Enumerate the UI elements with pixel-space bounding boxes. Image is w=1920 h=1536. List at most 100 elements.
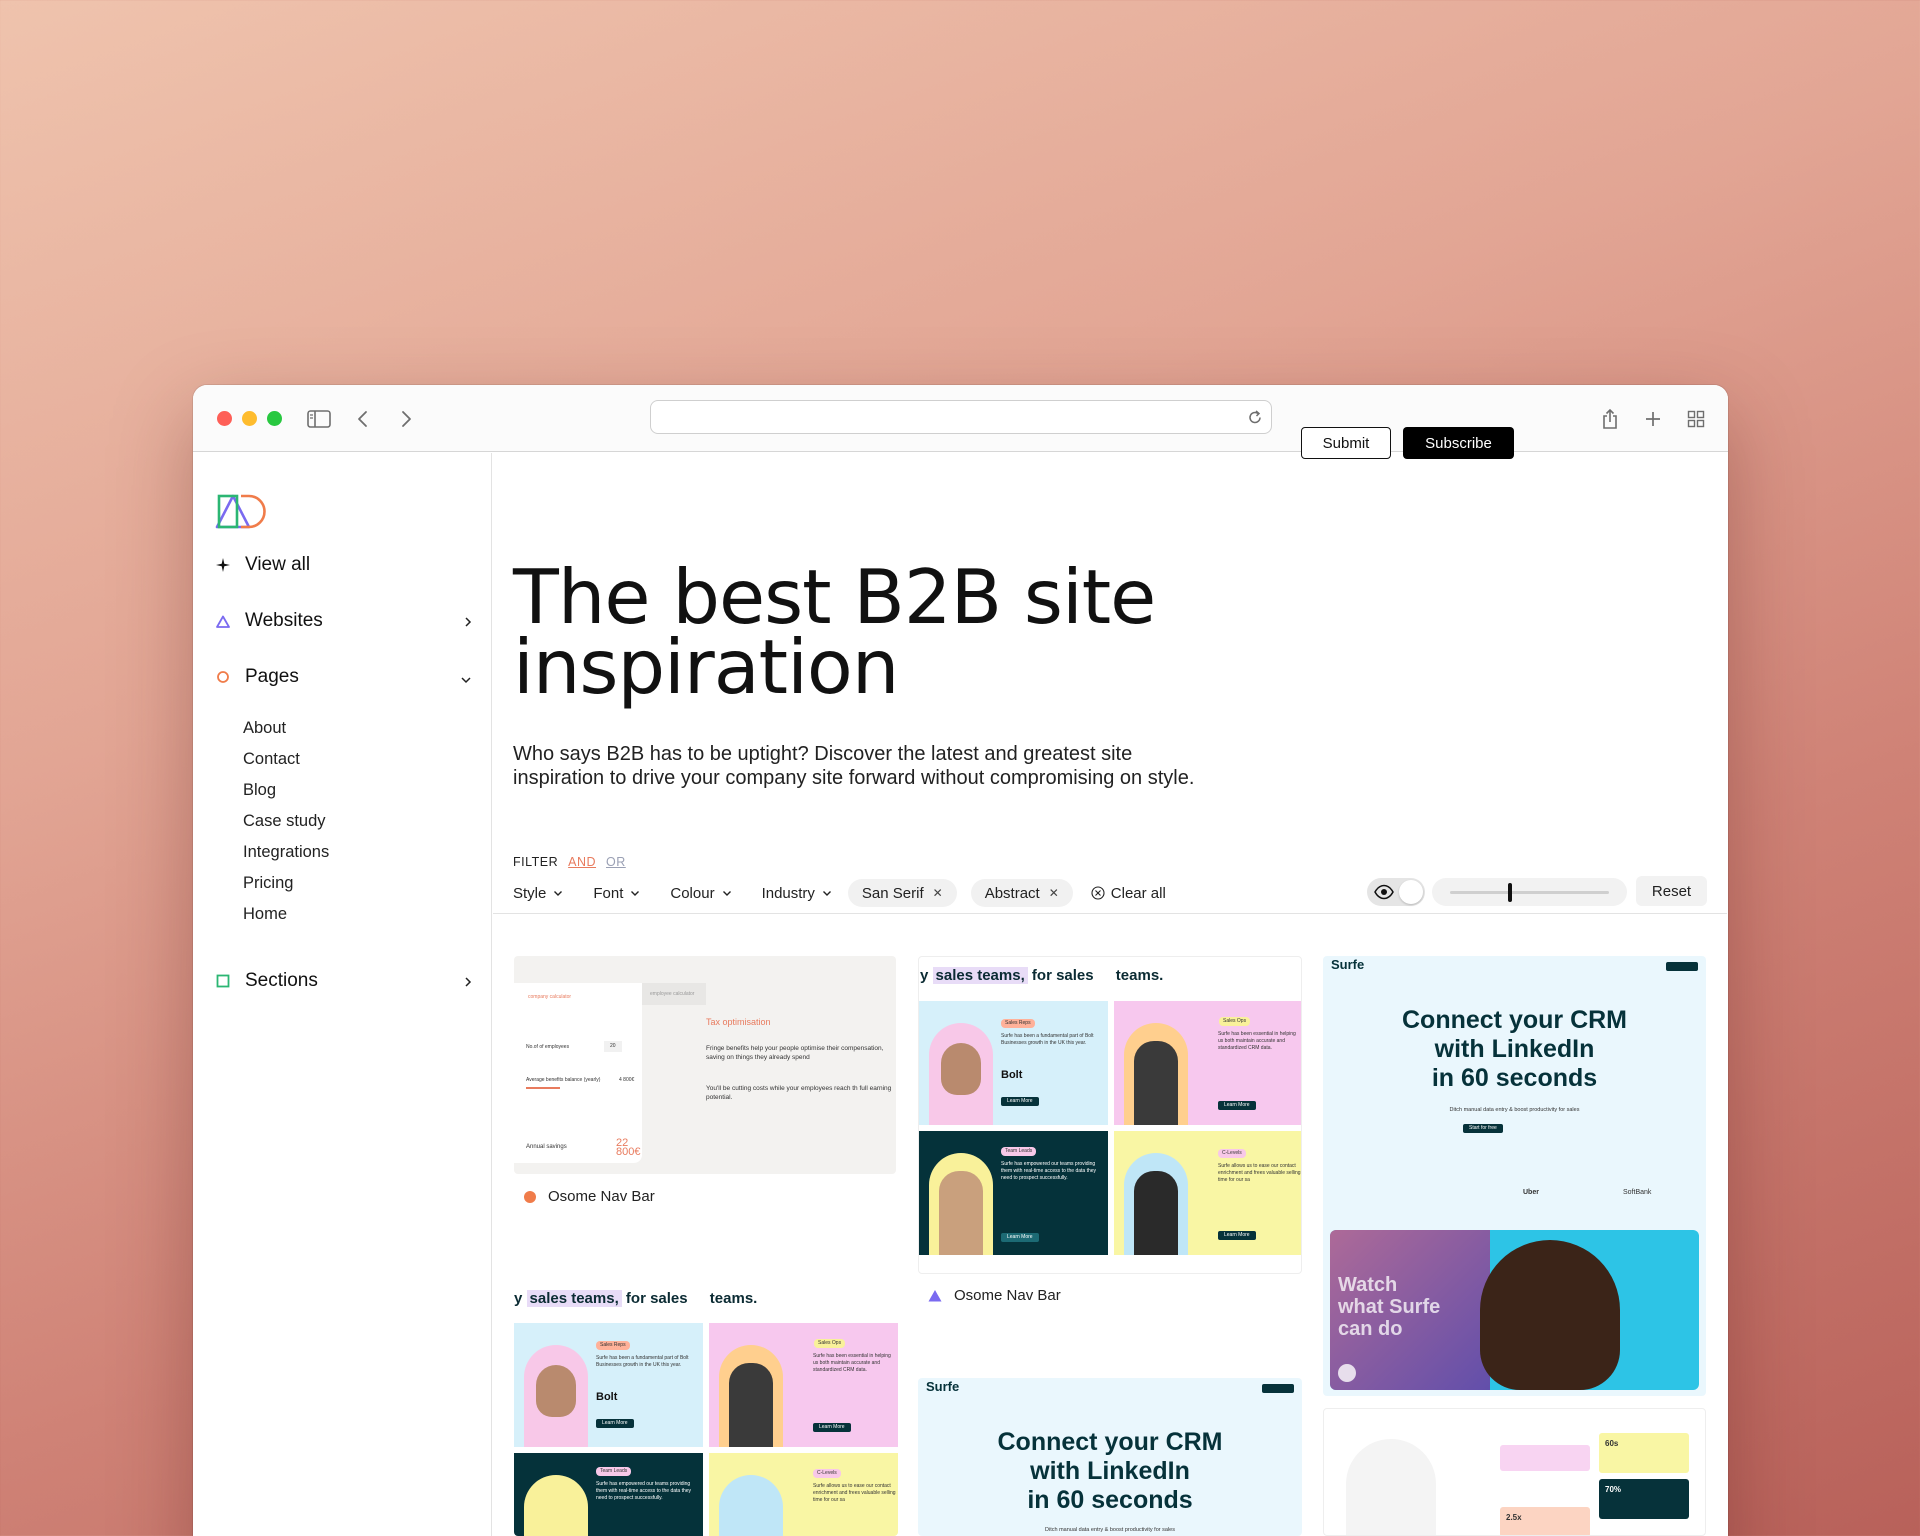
sales-heading-a: y (514, 1290, 523, 1307)
grid-size-slider[interactable] (1432, 878, 1627, 906)
nav-view-all[interactable]: View all (215, 551, 473, 579)
calc-range (526, 1087, 560, 1089)
site-card[interactable]: y sales teams, for sales teams. Sales Re… (918, 956, 1302, 1274)
subnav-pricing[interactable]: Pricing (243, 868, 329, 899)
surfe-line-3: in 60 seconds (1027, 1486, 1193, 1514)
colour-dropdown[interactable]: Colour (670, 885, 731, 902)
site-logo[interactable] (215, 493, 271, 534)
stat-box: 60s (1599, 1433, 1689, 1473)
subnav-about[interactable]: About (243, 713, 329, 744)
maximize-window-button[interactable] (267, 411, 282, 426)
close-window-button[interactable] (217, 411, 232, 426)
learn-more-button: Learn More (1218, 1101, 1256, 1110)
minimize-window-button[interactable] (242, 411, 257, 426)
calc-tab-company: company calculator (528, 994, 572, 1000)
triangle-icon (928, 1289, 942, 1302)
learn-more-button: Learn More (596, 1419, 634, 1428)
new-tab-icon[interactable] (1641, 405, 1665, 433)
site-card[interactable]: Surfe Connect your CRM with LinkedIn in … (918, 1378, 1302, 1536)
reload-icon[interactable] (1247, 408, 1263, 431)
industry-dropdown[interactable]: Industry (762, 885, 832, 902)
chevron-right-icon[interactable] (463, 613, 473, 635)
back-icon[interactable] (353, 405, 373, 433)
portrait-figure (1134, 1171, 1178, 1255)
calc-field-1-value: 20 (604, 1041, 622, 1052)
calculator-panel: company calculator No.of of employees 20… (514, 983, 642, 1163)
chevron-down-icon[interactable] (459, 669, 473, 691)
chevron-down-icon (554, 890, 563, 896)
clear-all-button[interactable]: Clear all (1091, 885, 1166, 902)
subnav-case-study[interactable]: Case study (243, 806, 329, 837)
sidebar-toggle-icon[interactable] (306, 405, 332, 433)
remove-tag-icon[interactable]: ✕ (933, 886, 943, 900)
portrait-figure (536, 1365, 576, 1417)
subnav-contact[interactable]: Contact (243, 744, 329, 775)
card-label[interactable]: Osome Nav Bar (524, 1188, 655, 1205)
nav-cta (1262, 1384, 1294, 1393)
nav-cta (1666, 962, 1698, 971)
play-icon (1338, 1364, 1356, 1382)
surfe-tagline: Ditch manual data entry & boost producti… (1045, 1527, 1175, 1533)
colour-dropdown-label: Colour (670, 884, 715, 902)
tile-tag: Team Leads (1001, 1147, 1037, 1156)
surfe-line-2: with LinkedIn (1434, 1035, 1595, 1063)
stat-value: 60s (1605, 1439, 1619, 1448)
filter-and-link[interactable]: AND (568, 855, 596, 869)
testimonial-tile: C-Levels Surfe allows us to ease our con… (709, 1453, 898, 1536)
submit-button[interactable]: Submit (1301, 427, 1391, 459)
tab-overview-icon[interactable] (1684, 405, 1708, 433)
filter-or-link[interactable]: OR (606, 855, 626, 869)
clear-circle-icon (1091, 886, 1105, 900)
subnav-integrations[interactable]: Integrations (243, 837, 329, 868)
site-card[interactable]: Surfe Connect your CRM with LinkedIn in … (1323, 956, 1706, 1396)
testimonial-tile: Sales Reps Surfe has been a fundamental … (919, 1001, 1108, 1125)
tile-text: Surfe allows us to ease our contact enri… (813, 1483, 896, 1503)
tile-tag: Sales Ops (1219, 1017, 1251, 1026)
title-line-2: inspiration (513, 623, 899, 711)
video-thumbnail: Watch what Surfe can do (1330, 1230, 1699, 1390)
surfe-tagline: Ditch manual data entry & boost producti… (1449, 1107, 1580, 1113)
site-card[interactable]: 2.5x 60s 70% (1323, 1408, 1706, 1536)
tax-body-2: You'll be cutting costs while your emplo… (706, 1085, 892, 1101)
chevron-right-icon[interactable] (463, 973, 473, 995)
address-bar[interactable] (650, 400, 1272, 434)
subnav-home[interactable]: Home (243, 899, 329, 930)
sales-heading-b: sales teams, (932, 967, 1028, 984)
card-label[interactable]: Osome Nav Bar (928, 1287, 1061, 1304)
sales-heading-c: for sales (1031, 967, 1094, 984)
remove-tag-icon[interactable]: ✕ (1049, 886, 1059, 900)
filter-tag-abstract: Abstract ✕ (970, 879, 1073, 907)
calc-savings-label: Annual savings (526, 1144, 567, 1150)
portrait (719, 1475, 783, 1536)
illustration (1346, 1439, 1436, 1535)
share-icon[interactable] (1598, 405, 1622, 433)
tile-text: Surfe has been a fundamental part of Bol… (1001, 1033, 1094, 1046)
subnav-blog[interactable]: Blog (243, 775, 329, 806)
stat-box: 70% (1599, 1479, 1689, 1519)
nav-websites[interactable]: Websites (215, 607, 473, 635)
nav-pages[interactable]: Pages (215, 663, 473, 691)
tag-label: Abstract (984, 884, 1040, 902)
testimonial-tile: Sales Ops Surfe has been essential in he… (709, 1323, 898, 1447)
testimonial-tile: Team Leads Surfe has empowered our teams… (919, 1131, 1108, 1255)
site-card[interactable]: company calculator No.of of employees 20… (514, 956, 896, 1174)
font-dropdown-label: Font (593, 884, 624, 902)
nav-sections[interactable]: Sections (215, 967, 473, 995)
slider-thumb[interactable] (1508, 883, 1513, 902)
style-dropdown[interactable]: Style (513, 885, 563, 902)
filter-bar: Style Font Colour Industry San Serif ✕ A… (513, 878, 1166, 908)
font-dropdown[interactable]: Font (593, 885, 640, 902)
subscribe-button[interactable]: Subscribe (1403, 427, 1514, 459)
site-card[interactable]: y sales teams, for sales teams. Sales Re… (514, 1278, 898, 1536)
stat-box (1500, 1445, 1590, 1471)
preview-toggle[interactable] (1367, 878, 1425, 906)
forward-icon[interactable] (396, 405, 416, 433)
surfe-line-1: Connect your CRM (1402, 1006, 1627, 1034)
portrait (524, 1475, 588, 1536)
learn-more-button: Learn More (1218, 1231, 1256, 1240)
reset-button[interactable]: Reset (1636, 876, 1707, 906)
chevron-down-icon (631, 890, 640, 896)
sparkle-icon (215, 557, 231, 573)
calc-savings-value: 22 800€ (616, 1137, 641, 1158)
bolt-logo: Bolt (596, 1391, 618, 1403)
